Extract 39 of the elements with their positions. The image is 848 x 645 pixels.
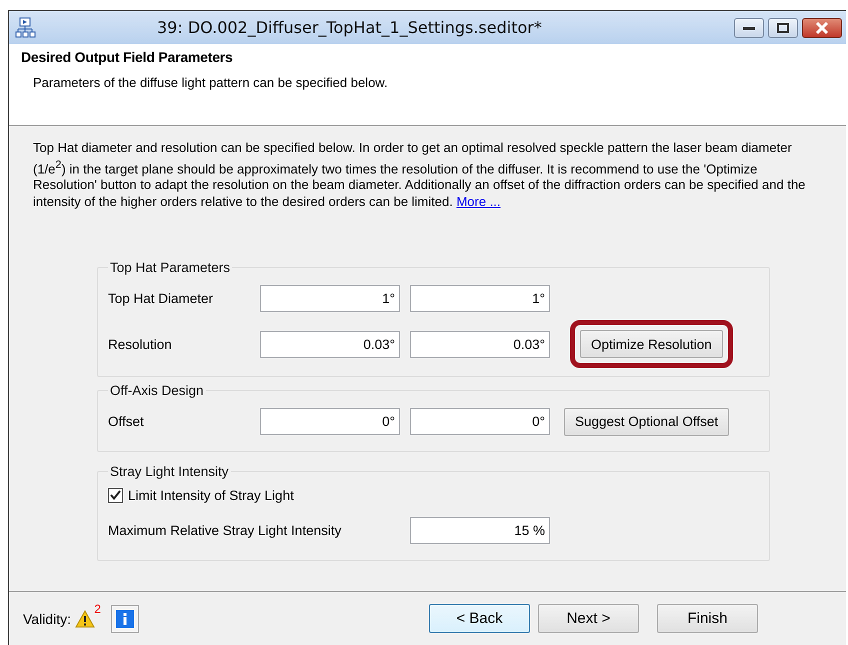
window-title: 39: DO.002_Diffuser_TopHat_1_Settings.seditor* (157, 18, 543, 37)
input-field[interactable]: 0.03° (260, 330, 400, 358)
wizard-button[interactable]: Finish (656, 604, 758, 633)
group-title: Stray Light Intensity (109, 464, 230, 480)
checkbox[interactable] (108, 488, 123, 503)
close-button[interactable] (802, 18, 842, 38)
minimize-icon (743, 24, 755, 30)
page-subtitle: Parameters of the diffuse light pattern can be specified below. (33, 75, 389, 90)
validity-label: Validity: (23, 610, 71, 626)
field-label: Resolution (108, 336, 173, 352)
field-label: Top Hat Diameter (108, 291, 214, 306)
input-field[interactable]: 0.03° (410, 330, 550, 358)
close-icon (815, 22, 829, 34)
maximize-button[interactable] (768, 18, 798, 38)
input-field[interactable]: 15 % (410, 517, 550, 544)
description-text: Top Hat diameter and resolution can be specified below. In order to get an optimal resolved speckle pattern the laser beam diameter (1/e$^{2}$) in the target plane should be approximately two times the resolution of the diffuser. It is recommend to use the 'Optimize Resolution' button to adapt the resolution on the beam diameter. Additionally an offset of the diffraction orders can be specified and the intensity of the higher orders relative to the desired orders can be limited. More ... (33, 140, 806, 210)
field-label: Maximum Relative Stray Light Intensity (108, 523, 342, 538)
minimize-button[interactable] (734, 18, 764, 38)
field-label: Offset (108, 414, 145, 430)
maximize-icon (777, 22, 789, 32)
page-heading: Desired Output Field Parameters (21, 49, 234, 65)
warning-count: 2 (94, 602, 101, 616)
info-button[interactable] (110, 604, 139, 632)
warning-icon (74, 610, 95, 628)
group-title: Top Hat Parameters (109, 260, 232, 276)
input-field[interactable]: 0° (410, 408, 550, 436)
wizard-button[interactable]: Next > (538, 604, 639, 633)
input-field[interactable]: 1° (410, 285, 550, 312)
input-field[interactable]: 1° (260, 285, 400, 312)
checkbox-label: Limit Intensity of Stray Light (128, 488, 294, 503)
info-icon (116, 610, 134, 628)
group-title: Off-Axis Design (109, 383, 205, 398)
input-field[interactable]: 0° (260, 408, 400, 436)
wizard-button[interactable]: < Back (428, 604, 530, 633)
checkmark-icon (110, 490, 121, 500)
action-button[interactable]: Optimize Resolution (580, 330, 723, 358)
action-button[interactable]: Suggest Optional Offset (564, 408, 730, 436)
more-link[interactable]: More ... (456, 194, 501, 209)
diagram-icon (15, 16, 37, 38)
